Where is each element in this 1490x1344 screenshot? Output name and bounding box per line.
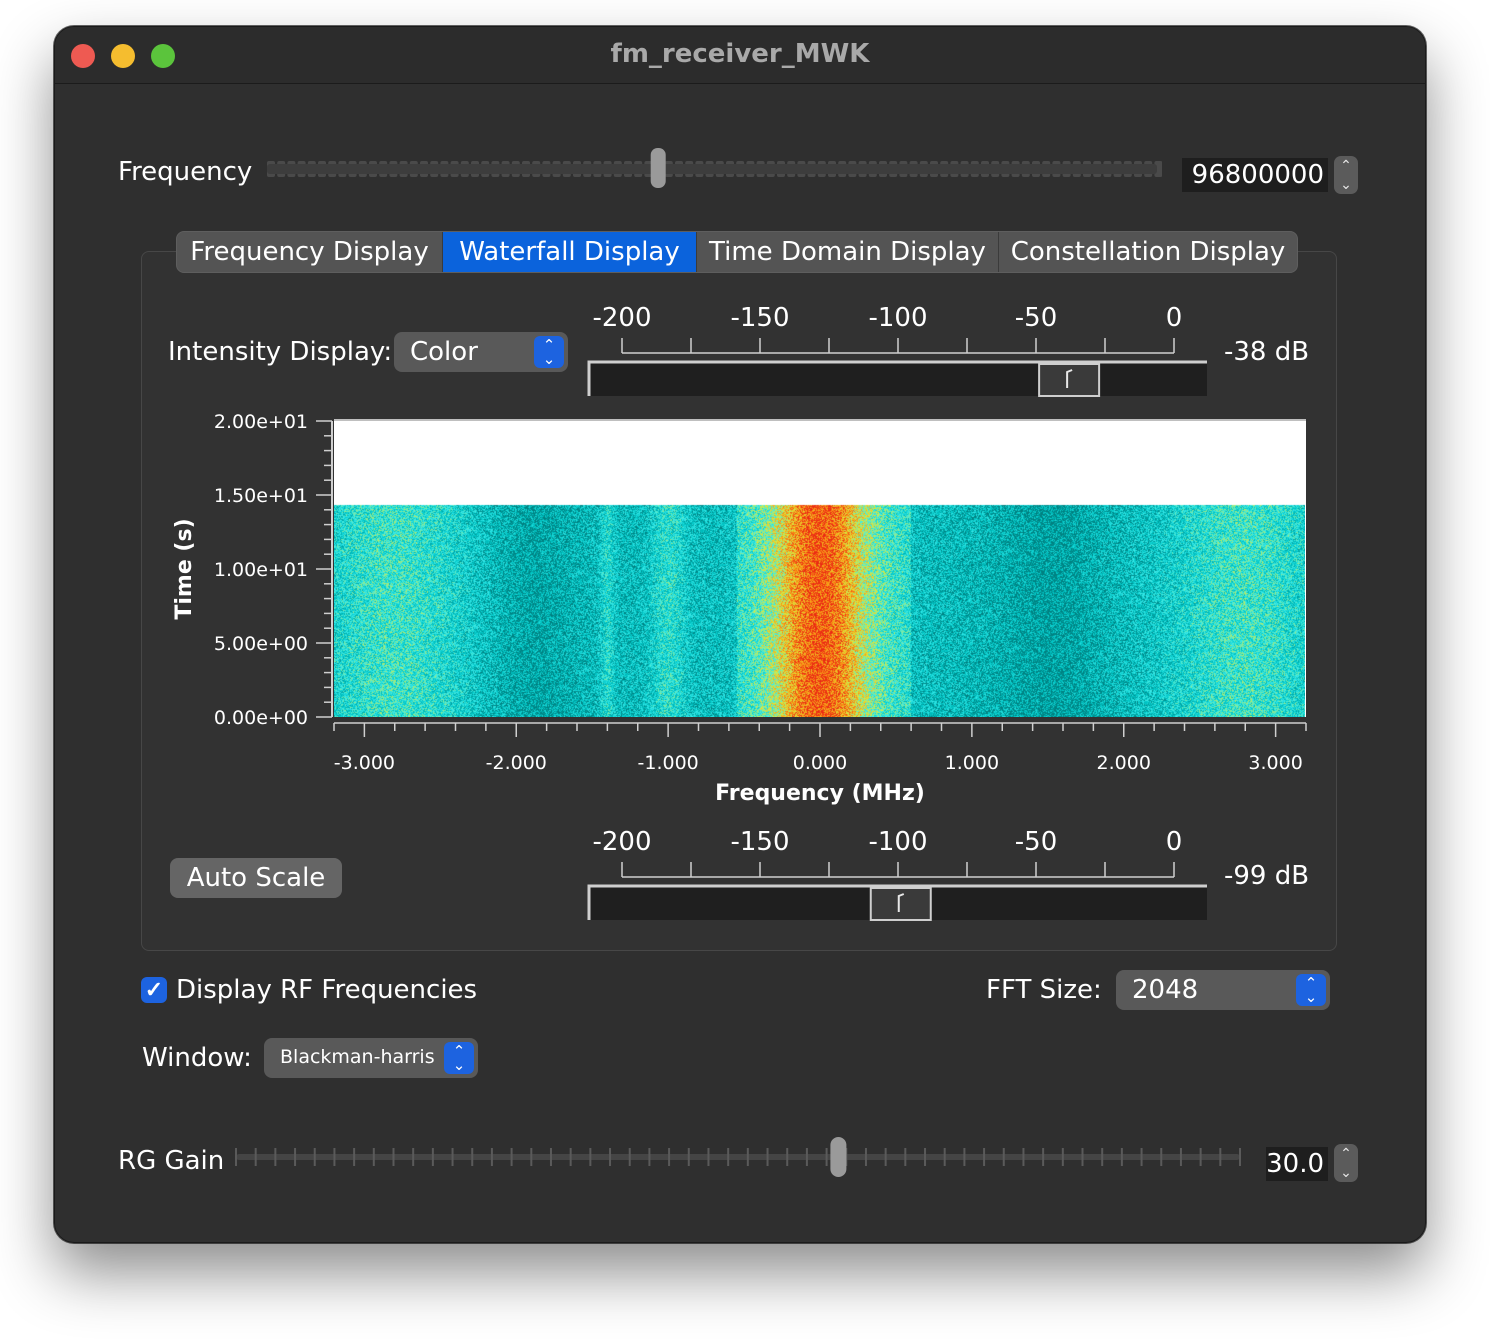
frequency-slider-handle — [650, 148, 666, 188]
fft-size-select[interactable]: 2048 ⌃ ⌄ — [1116, 970, 1330, 1010]
upper-slider-tick-label: -200 — [592, 303, 651, 333]
y-tick-label: 2.00e+01 — [214, 411, 308, 433]
y-tick-label: 0.00e+00 — [214, 707, 308, 729]
chevron-down-icon[interactable]: ⌄ — [1334, 175, 1358, 194]
window-function-value: Blackman-harris — [280, 1046, 435, 1068]
x-tick-label: -1.000 — [638, 752, 699, 774]
rg-gain-slider-handle — [830, 1137, 847, 1177]
display-rf-label: Display RF Frequencies — [176, 975, 478, 1005]
tab-frequency-display[interactable]: Frequency Display — [177, 232, 443, 272]
chevron-up-icon[interactable]: ⌃ — [1334, 156, 1358, 175]
upper-slider-tick-label: -100 — [868, 303, 927, 333]
lower-intensity-slider[interactable]: -200 -150 -100 -50 0 — [586, 824, 1216, 924]
rg-gain-stepper[interactable]: ⌃ ⌄ — [1334, 1144, 1358, 1182]
upper-slider-handle — [1038, 363, 1101, 397]
y-axis-label: Time (s) — [172, 518, 197, 619]
lower-slider-tick-label: -100 — [868, 827, 927, 857]
rg-gain-slider[interactable] — [232, 1136, 1246, 1180]
intensity-display-select[interactable]: Color ⌃ ⌄ — [394, 332, 568, 372]
x-tick-label: 2.000 — [1097, 752, 1151, 774]
frequency-stepper[interactable]: ⌃ ⌄ — [1334, 156, 1358, 194]
y-tick-label: 1.50e+01 — [214, 485, 308, 507]
tab-time-domain-display[interactable]: Time Domain Display — [697, 232, 999, 272]
x-tick-label: 3.000 — [1248, 752, 1302, 774]
lower-slider-tick-label: 0 — [1166, 827, 1183, 857]
intensity-display-label: Intensity Display: — [168, 337, 393, 367]
upper-slider-tick-label: 0 — [1166, 303, 1183, 333]
chevron-updown-icon: ⌃ ⌄ — [1296, 974, 1326, 1006]
lower-slider-handle — [869, 887, 932, 921]
y-tick-label: 1.00e+01 — [214, 559, 308, 581]
upper-slider-tick-label: -150 — [730, 303, 789, 333]
chevron-down-icon[interactable]: ⌄ — [1334, 1163, 1358, 1182]
window-title: fm_receiver_MWK — [610, 39, 870, 69]
upper-intensity-slider[interactable]: -200 -150 -100 -50 0 — [586, 300, 1216, 400]
fft-size-value: 2048 — [1132, 975, 1199, 1005]
y-tick-label: 5.00e+00 — [214, 633, 308, 655]
rg-gain-label: RG Gain — [118, 1146, 225, 1176]
x-tick-label: 1.000 — [945, 752, 999, 774]
rg-gain-value-field[interactable]: 30.0 — [1266, 1147, 1328, 1181]
chevron-updown-icon: ⌃ ⌄ — [444, 1042, 474, 1074]
x-tick-label: -3.000 — [334, 752, 395, 774]
upper-slider-tick-label: -50 — [1015, 303, 1057, 333]
lower-intensity-value: -99 dB — [1224, 861, 1310, 891]
lower-slider-tick-label: -150 — [730, 827, 789, 857]
lower-slider-tick-label: -50 — [1015, 827, 1057, 857]
chevron-updown-icon: ⌃ ⌄ — [534, 336, 564, 368]
chevron-up-icon[interactable]: ⌃ — [1334, 1144, 1358, 1163]
lower-slider-tick-label: -200 — [592, 827, 651, 857]
upper-intensity-value: -38 dB — [1224, 337, 1310, 367]
tab-constellation-display[interactable]: Constellation Display — [999, 232, 1297, 272]
frequency-label: Frequency — [118, 157, 253, 187]
frequency-slider[interactable] — [262, 148, 1162, 192]
x-tick-label: 0.000 — [793, 752, 847, 774]
tab-waterfall-display[interactable]: Waterfall Display — [443, 232, 697, 272]
waterfall-plot-area — [334, 421, 1305, 717]
window-function-label: Window: — [142, 1043, 252, 1073]
title-bar: fm_receiver_MWK — [55, 27, 1425, 84]
auto-scale-button[interactable]: Auto Scale — [170, 858, 342, 898]
tab-bar: Frequency Display Waterfall Display Time… — [176, 231, 1298, 273]
frequency-value-field[interactable]: 96800000 — [1182, 158, 1328, 192]
x-tick-label: -2.000 — [486, 752, 547, 774]
display-rf-checkbox[interactable]: ✓ — [141, 977, 167, 1003]
window-function-select[interactable]: Blackman-harris ⌃ ⌄ — [264, 1038, 478, 1078]
fft-size-label: FFT Size: — [986, 975, 1102, 1005]
x-axis-label: Frequency (MHz) — [715, 781, 925, 806]
intensity-display-value: Color — [410, 337, 478, 367]
